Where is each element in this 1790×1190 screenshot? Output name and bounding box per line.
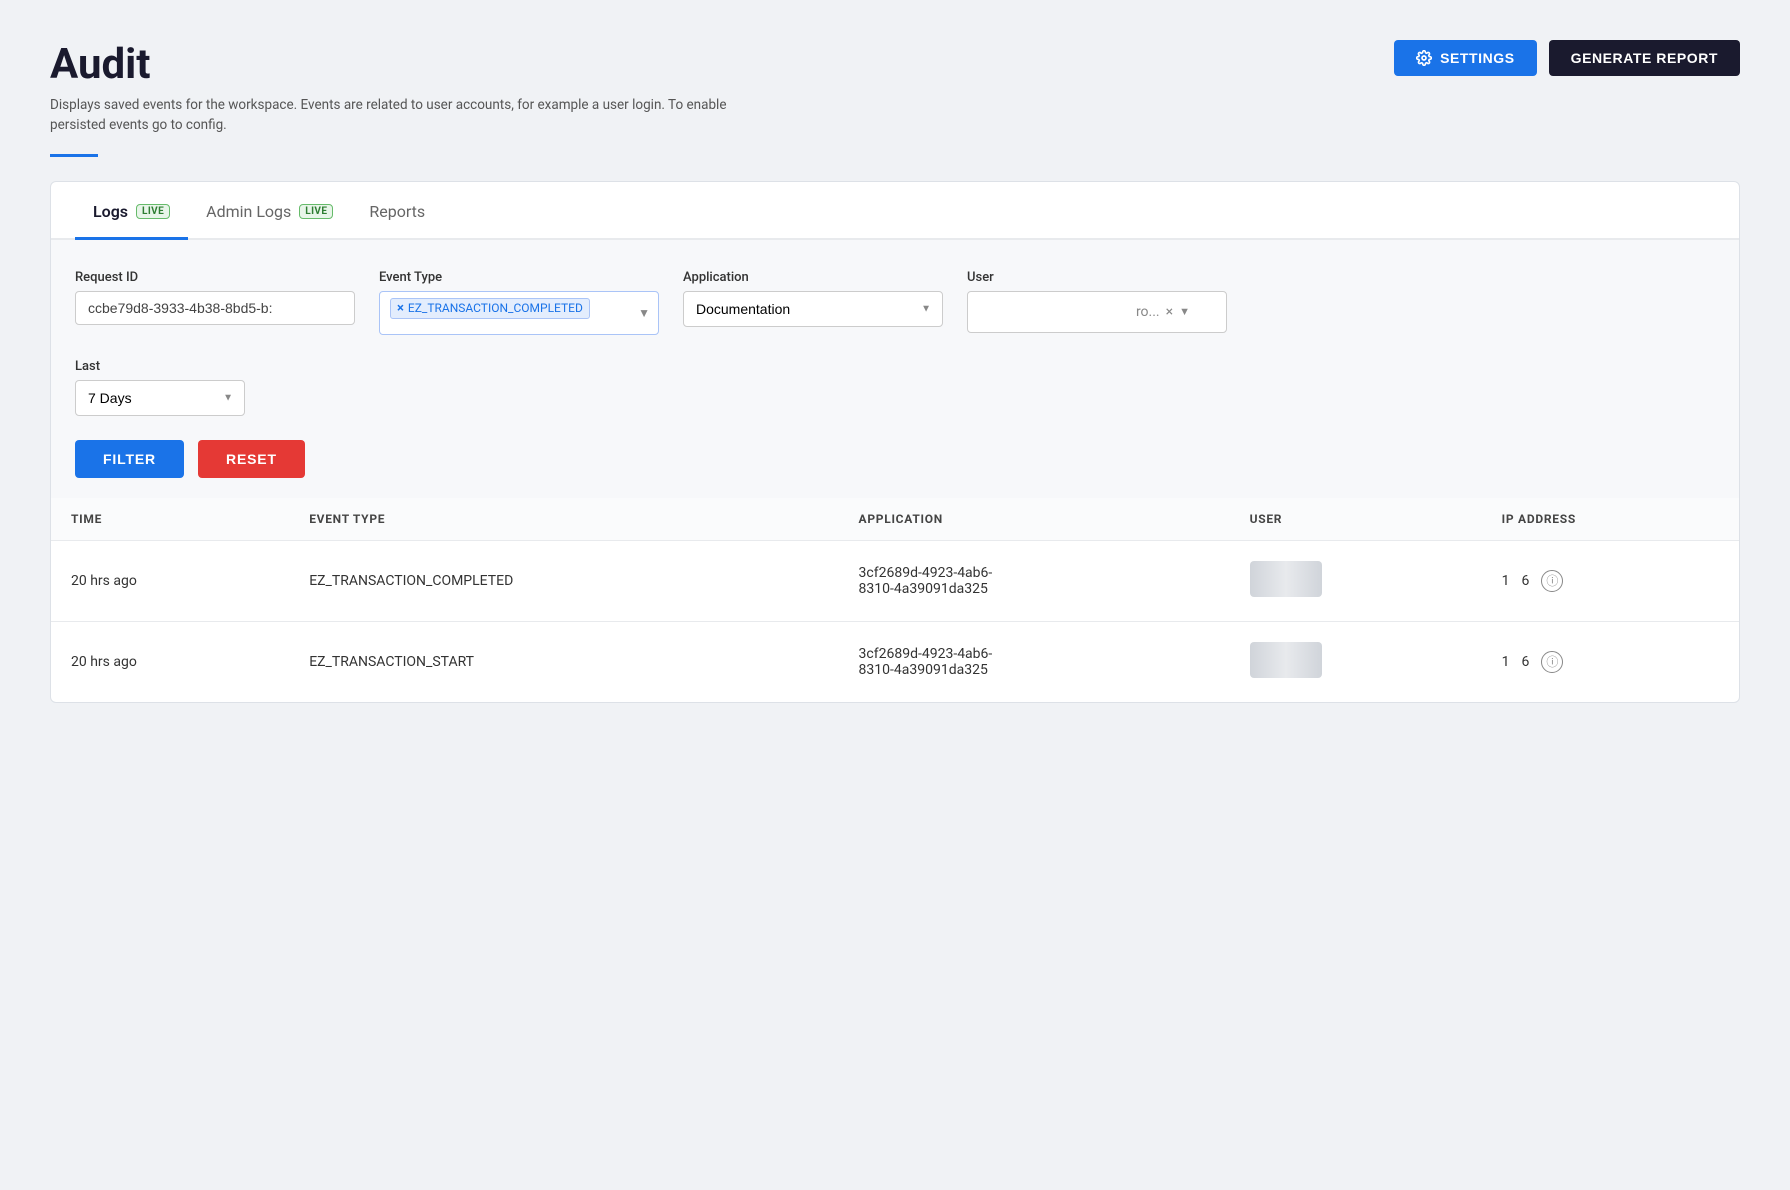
settings-label: SETTINGS [1440, 50, 1515, 66]
row2-ip: 1 6 ⓘ [1482, 621, 1739, 702]
table-header: TIME EVENT TYPE APPLICATION USER IP ADDR… [51, 498, 1739, 541]
page-title: Audit [50, 40, 730, 89]
user-dropdown-arrow[interactable]: ▼ [1179, 305, 1190, 318]
event-type-tag: × EZ_TRANSACTION_COMPLETED [390, 298, 590, 319]
table-header-row: TIME EVENT TYPE APPLICATION USER IP ADDR… [51, 498, 1739, 541]
row1-ip-part2: 6 [1522, 573, 1530, 589]
col-time: TIME [51, 498, 289, 541]
action-buttons: FILTER RESET [75, 440, 1715, 478]
row2-ip-part2: 6 [1522, 654, 1530, 670]
row2-event-type: EZ_TRANSACTION_START [289, 621, 838, 702]
event-type-selector[interactable]: × EZ_TRANSACTION_COMPLETED ▼ [379, 291, 659, 335]
col-user: USER [1230, 498, 1482, 541]
row1-ip: 1 6 ⓘ [1482, 540, 1739, 621]
event-type-select-box[interactable]: × EZ_TRANSACTION_COMPLETED ▼ [379, 291, 659, 335]
filters-section: Request ID Event Type × EZ_TRANSACTION_C… [51, 240, 1739, 498]
last-select-wrapper: 7 Days 1 Day 30 Days 90 Days [75, 380, 245, 416]
col-event-type: EVENT TYPE [289, 498, 838, 541]
row1-time: 20 hrs ago [51, 540, 289, 621]
user-select-field[interactable]: ro... × ▼ [967, 291, 1227, 333]
tab-admin-logs[interactable]: Admin Logs LIVE [188, 182, 351, 240]
user-avatar-placeholder [1250, 561, 1322, 597]
table-body: 20 hrs ago EZ_TRANSACTION_COMPLETED 3cf2… [51, 540, 1739, 702]
row2-ip-part1: 1 [1502, 654, 1510, 670]
logs-live-badge: LIVE [136, 204, 170, 219]
application-group: Application Documentation [683, 270, 943, 327]
event-type-label: Event Type [379, 270, 659, 285]
table-row: 20 hrs ago EZ_TRANSACTION_COMPLETED 3cf2… [51, 540, 1739, 621]
section-divider [50, 154, 98, 157]
header-left: Audit Displays saved events for the work… [50, 40, 730, 136]
filter-button[interactable]: FILTER [75, 440, 184, 478]
request-id-input[interactable] [75, 291, 355, 325]
results-table-container: TIME EVENT TYPE APPLICATION USER IP ADDR… [51, 498, 1739, 702]
results-table: TIME EVENT TYPE APPLICATION USER IP ADDR… [51, 498, 1739, 702]
filters-row-top: Request ID Event Type × EZ_TRANSACTION_C… [75, 270, 1715, 335]
row1-user [1230, 540, 1482, 621]
row1-info-icon[interactable]: ⓘ [1541, 570, 1563, 592]
user-select-wrapper: ro... × ▼ [967, 291, 1227, 333]
application-select[interactable]: Documentation [683, 291, 943, 327]
last-filter-group: Last 7 Days 1 Day 30 Days 90 Days [75, 359, 1715, 416]
tab-reports-label: Reports [369, 202, 425, 221]
application-select-wrapper: Documentation [683, 291, 943, 327]
row1-event-type: EZ_TRANSACTION_COMPLETED [289, 540, 838, 621]
tabs-container: Logs LIVE Admin Logs LIVE Reports [51, 182, 1739, 240]
row2-ip-info: 1 6 ⓘ [1502, 651, 1719, 673]
user-value-display: ro... [1136, 304, 1160, 320]
row2-user [1230, 621, 1482, 702]
request-id-group: Request ID [75, 270, 355, 325]
user-group: User ro... × ▼ [967, 270, 1227, 333]
user-clear-button[interactable]: × [1166, 304, 1173, 320]
page-description: Displays saved events for the workspace.… [50, 95, 730, 136]
last-select[interactable]: 7 Days 1 Day 30 Days 90 Days [75, 380, 245, 416]
reset-button[interactable]: RESET [198, 440, 305, 478]
col-ip-address: IP ADDRESS [1482, 498, 1739, 541]
event-type-dropdown-arrow[interactable]: ▼ [638, 306, 650, 320]
event-type-tag-label: EZ_TRANSACTION_COMPLETED [408, 301, 583, 315]
row2-time: 20 hrs ago [51, 621, 289, 702]
row2-info-icon[interactable]: ⓘ [1541, 651, 1563, 673]
generate-report-button[interactable]: GENERATE REPORT [1549, 40, 1740, 76]
row2-application: 3cf2689d-4923-4ab6-8310-4a39091da325 [839, 621, 1230, 702]
admin-logs-live-badge: LIVE [299, 204, 333, 219]
row1-ip-info: 1 6 ⓘ [1502, 570, 1719, 592]
table-row: 20 hrs ago EZ_TRANSACTION_START 3cf2689d… [51, 621, 1739, 702]
col-application: APPLICATION [839, 498, 1230, 541]
tab-logs-label: Logs [93, 202, 128, 221]
page-header: Audit Displays saved events for the work… [50, 40, 1740, 136]
event-type-group: Event Type × EZ_TRANSACTION_COMPLETED ▼ [379, 270, 659, 335]
gear-icon [1416, 50, 1432, 66]
header-actions: SETTINGS GENERATE REPORT [1394, 40, 1740, 76]
row1-ip-part1: 1 [1502, 573, 1510, 589]
main-card: Logs LIVE Admin Logs LIVE Reports Reques… [50, 181, 1740, 703]
user-label: User [967, 270, 1227, 285]
settings-button[interactable]: SETTINGS [1394, 40, 1537, 76]
tab-reports[interactable]: Reports [351, 182, 443, 240]
last-label: Last [75, 359, 1715, 374]
request-id-label: Request ID [75, 270, 355, 285]
tab-admin-logs-label: Admin Logs [206, 202, 291, 221]
tab-logs[interactable]: Logs LIVE [75, 182, 188, 240]
event-type-tag-remove[interactable]: × [397, 301, 404, 316]
application-label: Application [683, 270, 943, 285]
row1-application: 3cf2689d-4923-4ab6-8310-4a39091da325 [839, 540, 1230, 621]
user-avatar-placeholder [1250, 642, 1322, 678]
